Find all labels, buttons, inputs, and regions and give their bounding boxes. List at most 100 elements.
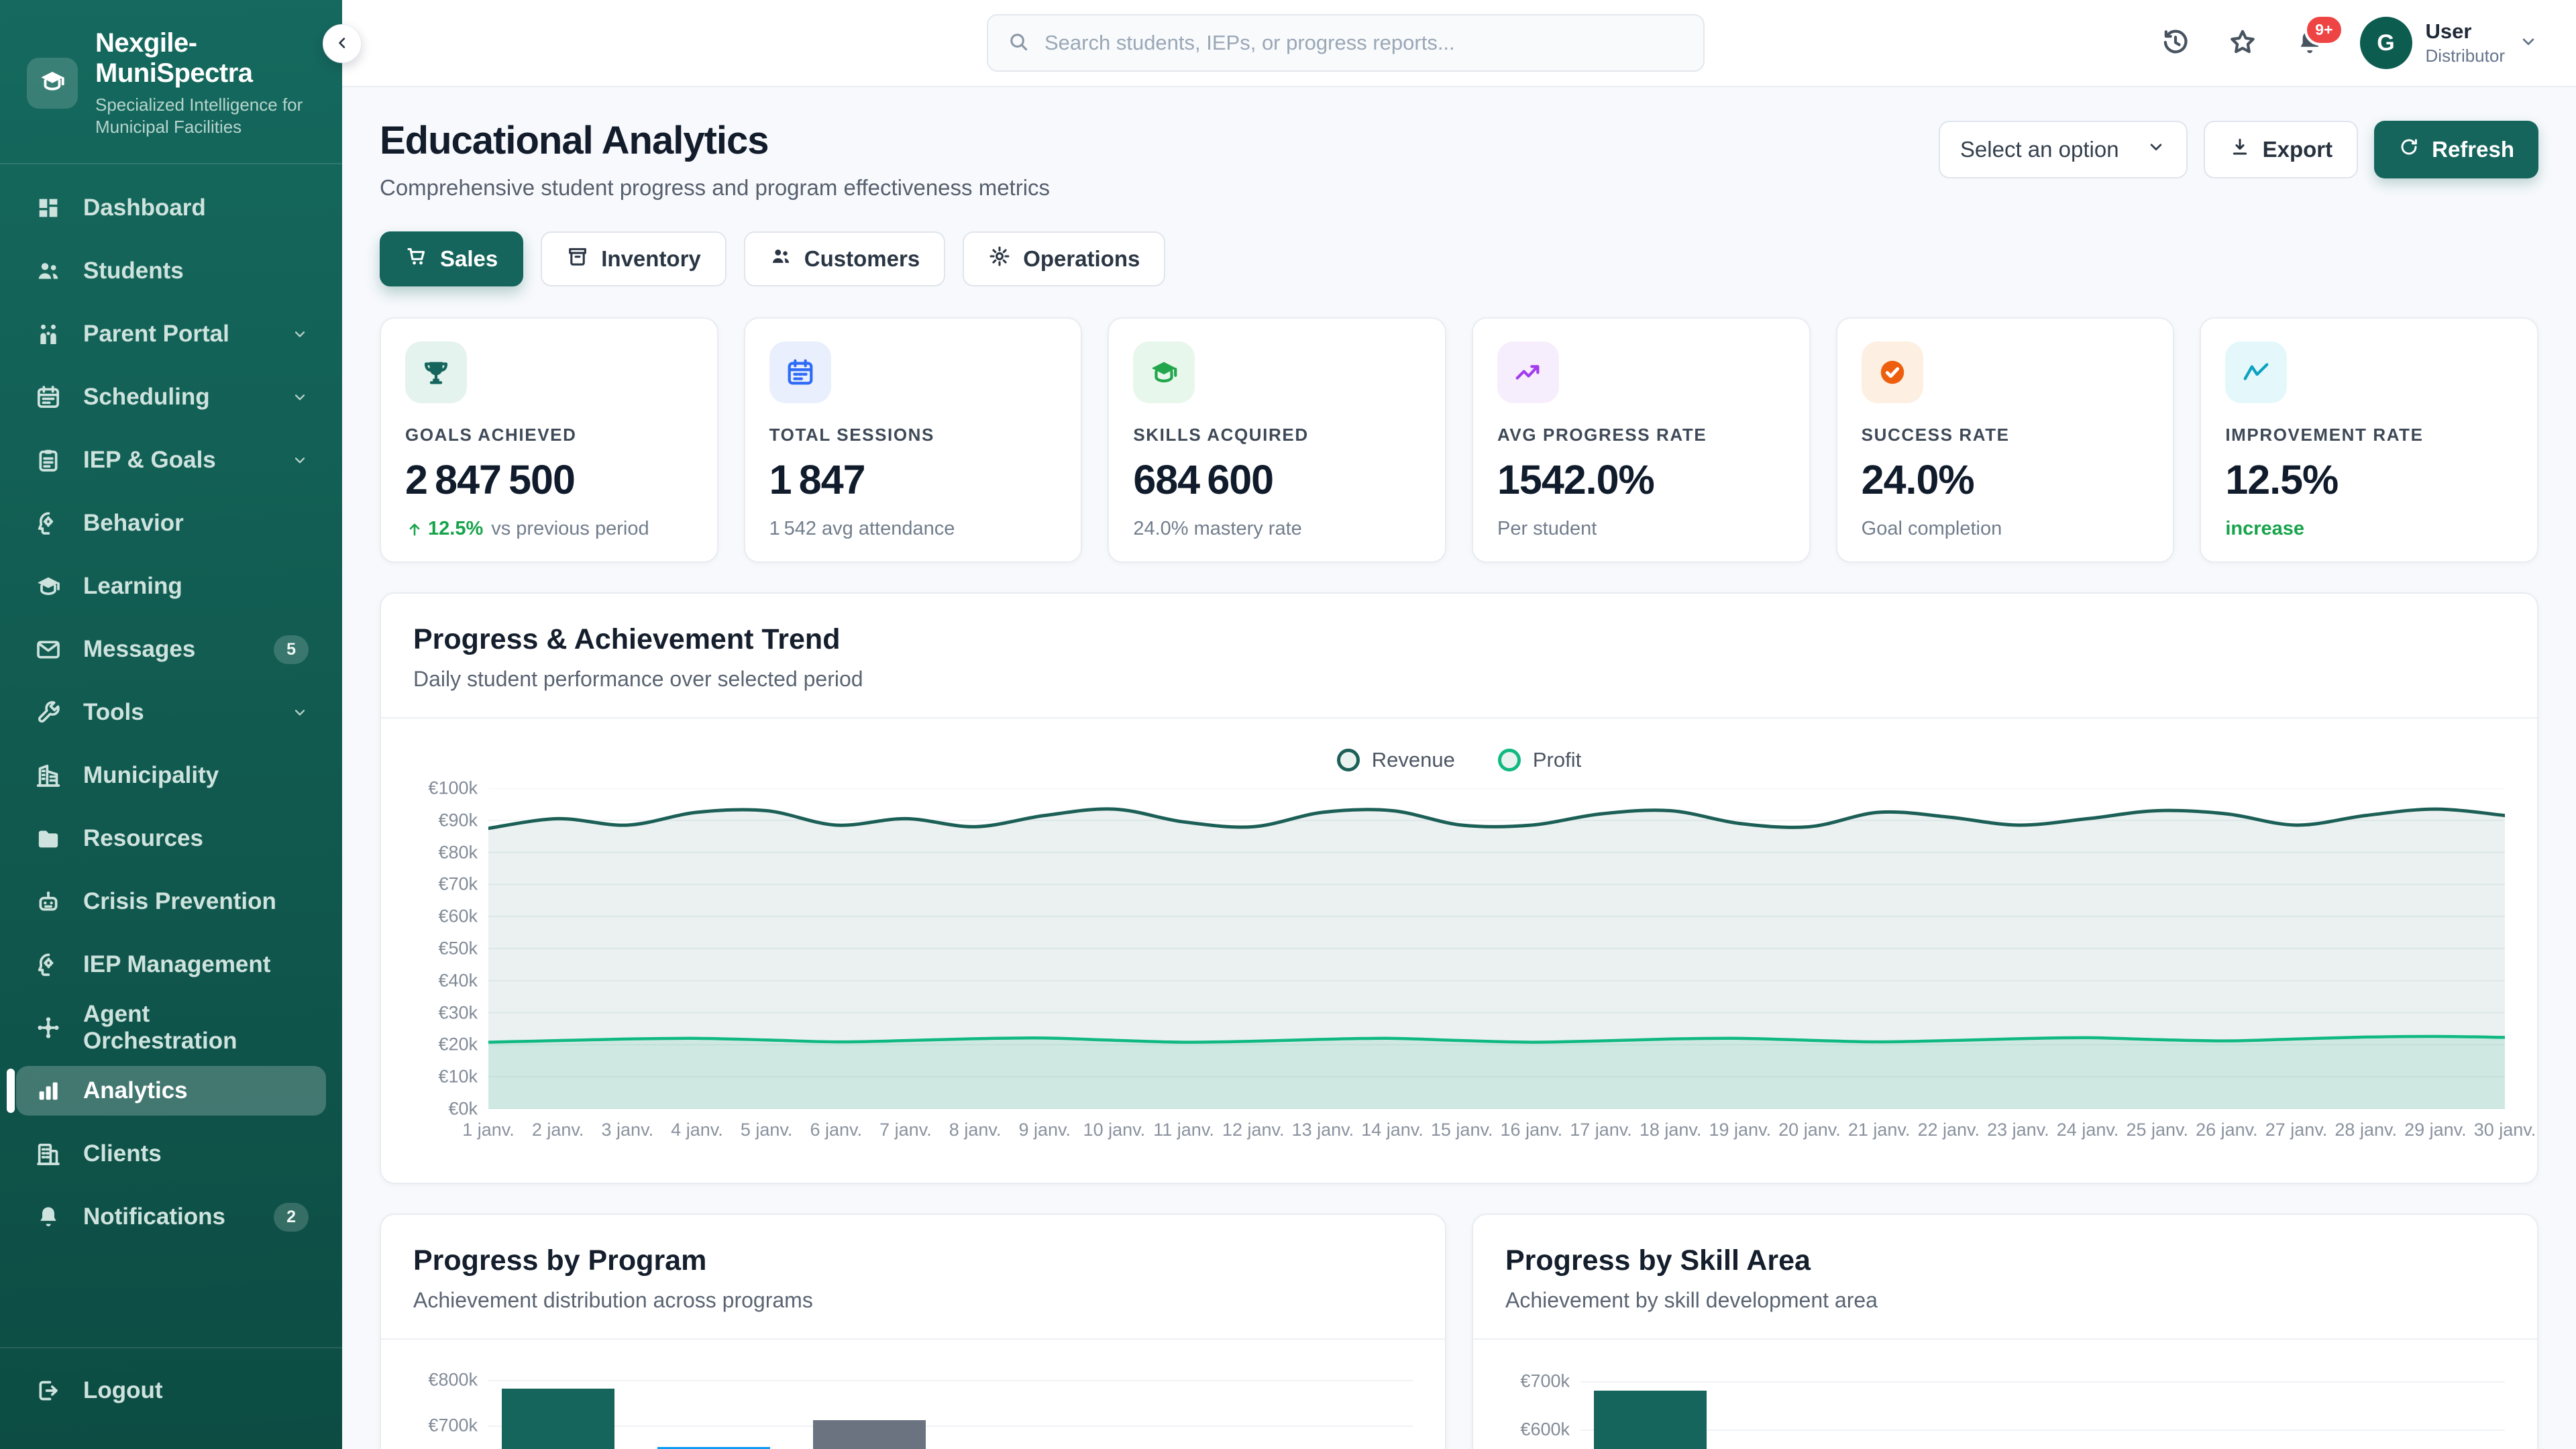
x-tick-label: 24 janv. (2057, 1120, 2119, 1140)
kpi-card-improvement-rate: IMPROVEMENT RATE 12.5% increase (2200, 317, 2538, 563)
sidebar-item-clients[interactable]: Clients (16, 1129, 326, 1179)
program-chart-card: Progress by Program Achievement distribu… (380, 1214, 1446, 1449)
x-tick-label: 19 janv. (1709, 1120, 1772, 1140)
kpi-card-total-sessions: TOTAL SESSIONS 1 847 1 542 avg attendanc… (744, 317, 1083, 563)
x-tick-label: 27 janv. (2265, 1120, 2328, 1140)
favorites-button[interactable] (2226, 26, 2259, 60)
x-tick-label: 7 janv. (879, 1120, 932, 1140)
legend-item-profit[interactable]: Profit (1498, 748, 1581, 772)
search-icon (1007, 30, 1030, 56)
option-select[interactable]: Select an option (1939, 121, 2188, 178)
x-tick-label: 22 janv. (1917, 1120, 1980, 1140)
people-icon (769, 245, 792, 273)
tab-customers[interactable]: Customers (744, 231, 945, 286)
x-tick-label: 18 janv. (1640, 1120, 1702, 1140)
brand-name: Nexgile-MuniSpectra (95, 28, 318, 89)
legend-item-revenue[interactable]: Revenue (1337, 748, 1455, 772)
sidebar-item-iep-goals[interactable]: IEP & Goals (16, 435, 326, 485)
sidebar-item-messages[interactable]: Messages5 (16, 625, 326, 674)
gear-icon (988, 245, 1011, 273)
star-icon (2227, 27, 2258, 60)
kpi-value: 684 600 (1133, 456, 1421, 503)
kpi-value: 1542.0% (1497, 456, 1785, 503)
search-input[interactable] (1044, 31, 1684, 55)
sidebar-item-behavior[interactable]: Behavior (16, 498, 326, 548)
box-icon (566, 245, 589, 273)
y-tick-label: €50k (438, 938, 478, 959)
skill-chart-card: Progress by Skill Area Achievement by sk… (1472, 1214, 2538, 1449)
y-tick-label: €0k (448, 1099, 478, 1120)
y-tick-label: €70k (438, 874, 478, 895)
chart-legend: Revenue Profit (413, 735, 2505, 786)
logout-button[interactable]: Logout (16, 1366, 326, 1415)
x-tick-label: 1 janv. (462, 1120, 515, 1140)
bar-chart-icon (34, 1076, 63, 1106)
zigzag-icon (2225, 341, 2287, 403)
x-tick-label: 9 janv. (1018, 1120, 1071, 1140)
tab-operations[interactable]: Operations (963, 231, 1165, 286)
sidebar-item-municipality[interactable]: Municipality (16, 751, 326, 800)
x-tick-label: 4 janv. (671, 1120, 723, 1140)
sidebar-item-scheduling[interactable]: Scheduling (16, 372, 326, 422)
sidebar-item-label: Learning (83, 573, 182, 600)
skill-chart-title: Progress by Skill Area (1505, 1244, 2505, 1277)
sidebar-item-agent-orchestration[interactable]: Agent Orchestration (16, 1003, 326, 1053)
kpi-sub-text: increase (2225, 518, 2304, 540)
refresh-button[interactable]: Refresh (2374, 121, 2538, 178)
notifications-button[interactable]: 9+ (2293, 26, 2326, 60)
sidebar-item-crisis-prevention[interactable]: Crisis Prevention (16, 877, 326, 926)
tab-inventory[interactable]: Inventory (541, 231, 727, 286)
sidebar-item-label: Resources (83, 825, 203, 852)
wrench-icon (34, 698, 63, 727)
sidebar-item-label: Municipality (83, 762, 219, 789)
trend-x-axis: 1 janv.2 janv.3 janv.4 janv.5 janv.6 jan… (488, 1120, 2505, 1153)
kpi-card-skills-acquired: SKILLS ACQUIRED 684 600 24.0% mastery ra… (1108, 317, 1446, 563)
section-tabs: Sales Inventory Customers Operations (380, 231, 2538, 286)
global-search[interactable] (987, 14, 1705, 72)
gridline (1580, 1430, 2505, 1431)
sidebar-item-dashboard[interactable]: Dashboard (16, 183, 326, 233)
trend-chart-subtitle: Daily student performance over selected … (413, 667, 2505, 692)
brand-header: Nexgile-MuniSpectra Specialized Intellig… (0, 0, 342, 164)
sidebar-item-label: Crisis Prevention (83, 888, 276, 915)
sidebar-item-tools[interactable]: Tools (16, 688, 326, 737)
sidebar-item-label: Behavior (83, 510, 184, 537)
gridline (488, 1426, 1413, 1427)
sidebar-item-label: Dashboard (83, 195, 206, 221)
sidebar-item-students[interactable]: Students (16, 246, 326, 296)
tab-sales[interactable]: Sales (380, 231, 523, 286)
sidebar-item-parent-portal[interactable]: Parent Portal (16, 309, 326, 359)
program-y-axis: €800k€700k€600k€500k€400k€300k€200k€100k… (413, 1366, 488, 1449)
x-tick-label: 2 janv. (532, 1120, 584, 1140)
trophy-icon (405, 341, 467, 403)
user-menu[interactable]: G User Distributor (2360, 17, 2538, 69)
y-tick-label: €700k (1520, 1371, 1570, 1391)
sidebar-item-analytics[interactable]: Analytics (16, 1066, 326, 1116)
kpi-label: IMPROVEMENT RATE (2225, 425, 2513, 445)
program-chart-subtitle: Achievement distribution across programs (413, 1288, 1413, 1313)
sidebar-item-notifications[interactable]: Notifications2 (16, 1192, 326, 1242)
trend-y-axis: €100k€90k€80k€70k€60k€50k€40k€30k€20k€10… (413, 788, 488, 1109)
history-button[interactable] (2159, 26, 2192, 60)
sidebar-item-label: Agent Orchestration (83, 1001, 309, 1055)
logout-icon (34, 1376, 63, 1405)
sidebar-item-label: Notifications (83, 1203, 225, 1230)
x-tick-label: 14 janv. (1361, 1120, 1424, 1140)
sidebar-collapse-button[interactable] (323, 24, 362, 63)
sidebar-item-label: Parent Portal (83, 321, 229, 347)
y-tick-label: €30k (438, 1002, 478, 1023)
export-button[interactable]: Export (2204, 121, 2359, 178)
kpi-card-success-rate: SUCCESS RATE 24.0% Goal completion (1836, 317, 2175, 563)
x-tick-label: 11 janv. (1153, 1120, 1214, 1140)
page-header: Educational Analytics Comprehensive stud… (380, 118, 2538, 201)
sidebar-item-iep-management[interactable]: IEP Management (16, 940, 326, 989)
chevron-down-icon (291, 704, 309, 721)
legend-swatch (1337, 749, 1360, 771)
sidebar-item-resources[interactable]: Resources (16, 814, 326, 863)
robot-icon (34, 887, 63, 916)
kpi-value: 12.5% (2225, 456, 2513, 503)
topbar: 9+ G User Distributor (342, 0, 2576, 87)
sidebar-item-learning[interactable]: Learning (16, 561, 326, 611)
trend-up-icon (1497, 341, 1559, 403)
x-tick-label: 25 janv. (2126, 1120, 2188, 1140)
